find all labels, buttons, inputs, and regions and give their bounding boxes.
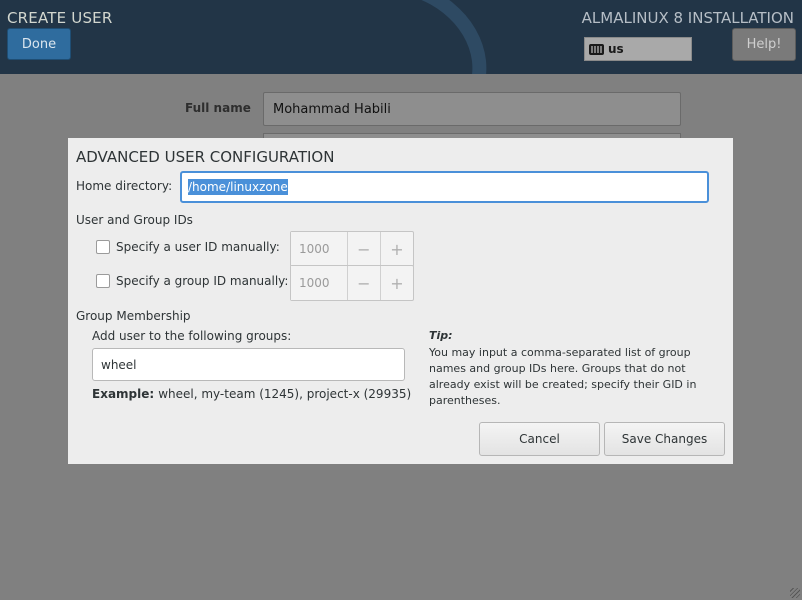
- product-title: ALMALINUX 8 INSTALLATION: [581, 9, 794, 27]
- gid-increment-button[interactable]: +: [379, 266, 413, 300]
- uid-spinner[interactable]: 1000 − +: [290, 231, 414, 267]
- done-button[interactable]: Done: [7, 28, 71, 60]
- tip-heading: Tip:: [429, 329, 453, 342]
- groups-example: Example: wheel, my-team (1245), project-x…: [92, 387, 411, 401]
- gid-value[interactable]: 1000: [291, 266, 347, 300]
- help-button[interactable]: Help!: [732, 28, 796, 61]
- dialog-title: ADVANCED USER CONFIGURATION: [76, 148, 335, 166]
- groups-input[interactable]: wheel: [92, 348, 405, 381]
- cancel-button[interactable]: Cancel: [479, 422, 600, 456]
- logo-swoosh: [278, 0, 510, 74]
- gid-label[interactable]: Specify a group ID manually:: [116, 274, 288, 288]
- uid-decrement-button[interactable]: −: [346, 232, 380, 266]
- keyboard-icon: [589, 43, 604, 55]
- spoke-title: CREATE USER: [7, 9, 113, 27]
- home-directory-input[interactable]: /home/linuxzone: [180, 171, 709, 203]
- gid-checkbox[interactable]: [96, 274, 110, 288]
- save-changes-button[interactable]: Save Changes: [604, 422, 725, 456]
- keyboard-layout-indicator[interactable]: us: [584, 37, 692, 61]
- groups-label: Add user to the following groups:: [92, 329, 292, 343]
- tip-text: You may input a comma-separated list of …: [429, 346, 697, 407]
- uid-value[interactable]: 1000: [291, 232, 347, 266]
- home-directory-value: /home/linuxzone: [188, 179, 288, 195]
- header-bar: CREATE USER Done ALMALINUX 8 INSTALLATIO…: [0, 0, 802, 74]
- full-name-label: Full name: [185, 101, 251, 115]
- home-directory-label: Home directory:: [76, 179, 173, 193]
- uid-row: Specify a user ID manually:: [96, 240, 280, 254]
- resize-grip-icon[interactable]: [790, 588, 800, 598]
- full-name-field[interactable]: Mohammad Habili: [263, 92, 681, 126]
- ids-heading: User and Group IDs: [76, 213, 193, 227]
- example-label: Example:: [92, 387, 155, 401]
- gid-decrement-button[interactable]: −: [346, 266, 380, 300]
- advanced-user-dialog: ADVANCED USER CONFIGURATION Home directo…: [68, 138, 733, 464]
- uid-checkbox[interactable]: [96, 240, 110, 254]
- gid-row: Specify a group ID manually:: [96, 274, 288, 288]
- uid-label[interactable]: Specify a user ID manually:: [116, 240, 280, 254]
- uid-increment-button[interactable]: +: [379, 232, 413, 266]
- gid-spinner[interactable]: 1000 − +: [290, 265, 414, 301]
- keyboard-layout-label: us: [608, 42, 624, 56]
- membership-heading: Group Membership: [76, 309, 191, 323]
- example-text: wheel, my-team (1245), project-x (29935): [158, 387, 412, 401]
